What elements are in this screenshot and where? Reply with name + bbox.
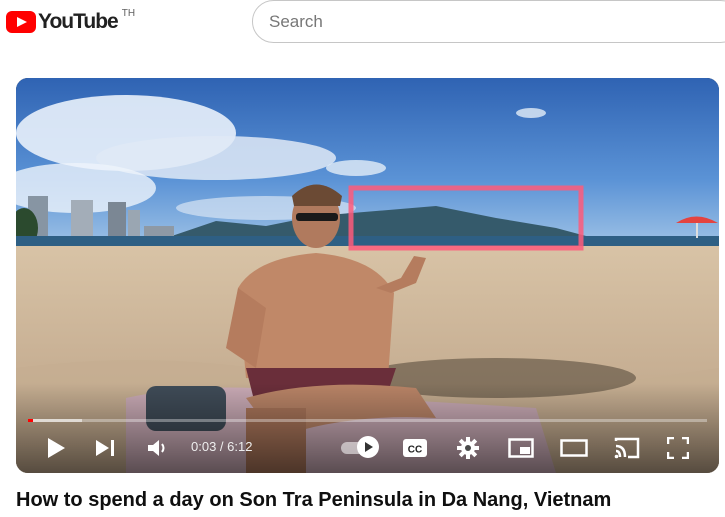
volume-icon — [148, 440, 165, 456]
autoplay-toggle[interactable] — [341, 436, 379, 458]
played-bar — [28, 419, 33, 422]
time-separator: / — [216, 439, 228, 454]
captions-button[interactable]: CC — [401, 435, 429, 461]
progress-bar[interactable] — [28, 419, 707, 422]
youtube-logo-icon — [6, 11, 36, 33]
captions-icon: CC — [403, 439, 427, 457]
search-box[interactable] — [252, 0, 725, 43]
miniplayer-button[interactable] — [506, 434, 536, 462]
buffered-bar — [28, 419, 82, 422]
svg-text:CC: CC — [408, 445, 422, 456]
youtube-logo[interactable]: YouTube TH — [6, 6, 135, 36]
theater-mode-button[interactable] — [558, 434, 590, 462]
settings-button[interactable] — [454, 434, 482, 462]
theater-mode-icon — [560, 439, 588, 457]
miniplayer-icon — [508, 438, 534, 458]
autoplay-play-icon — [357, 436, 379, 458]
volume-button[interactable] — [144, 434, 172, 462]
settings-icon — [457, 437, 479, 459]
fullscreen-button[interactable] — [664, 434, 692, 462]
cast-button[interactable] — [612, 434, 642, 462]
duration: 6:12 — [227, 439, 253, 454]
search-input[interactable] — [269, 11, 689, 33]
play-icon — [48, 438, 65, 458]
time-display: 0:03 / 6:12 — [191, 439, 252, 454]
video-player[interactable]: 0:03 / 6:12 CC — [16, 78, 719, 473]
country-code: TH — [121, 8, 136, 19]
logo-wordmark: YouTube — [38, 10, 119, 33]
next-button[interactable] — [92, 434, 120, 462]
cast-icon — [614, 437, 640, 459]
play-button[interactable] — [42, 434, 70, 462]
fullscreen-icon — [667, 437, 689, 459]
next-icon — [96, 440, 114, 456]
current-time: 0:03 — [191, 439, 217, 454]
video-title[interactable]: How to spend a day on Son Tra Peninsula … — [16, 489, 611, 512]
